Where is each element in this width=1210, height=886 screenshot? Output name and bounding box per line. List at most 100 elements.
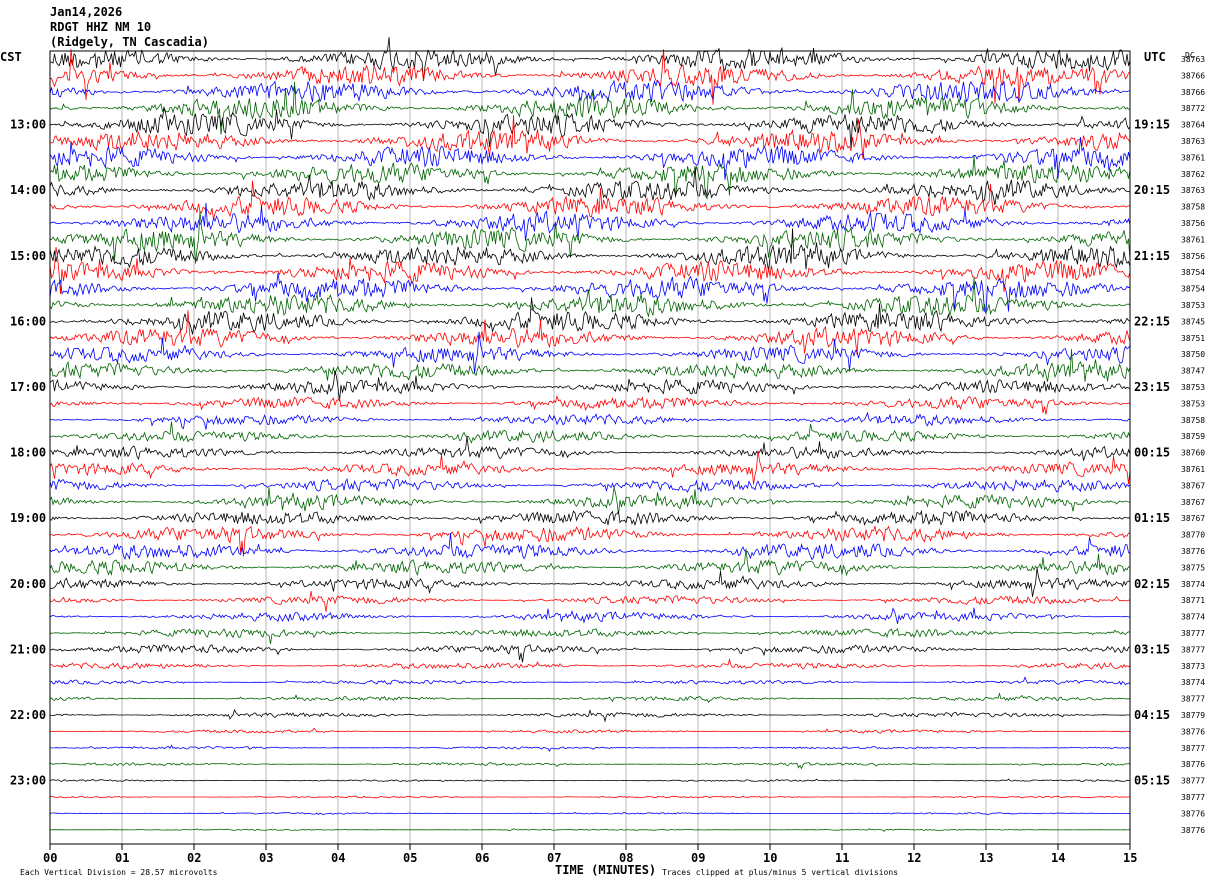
- trace-line: [49, 79, 1131, 103]
- dc-offset-label: 38760: [1181, 449, 1205, 458]
- trace-line: [49, 828, 1131, 832]
- trace-line: [49, 567, 1130, 597]
- trace-line: [49, 778, 1131, 783]
- right-time-labels: 19:15 20:15 21:15 22:15 23:15 00:15 01:15 02:15…: [1134, 118, 1170, 788]
- right-time-label: 05:15: [1134, 774, 1170, 788]
- trace-line: [49, 180, 1131, 220]
- trace-line: [49, 450, 1131, 485]
- right-time-label: 04:15: [1134, 708, 1170, 722]
- right-time-label: 00:15: [1134, 446, 1170, 460]
- right-time-label: 23:15: [1134, 380, 1170, 394]
- dc-offset-label: 38761: [1181, 465, 1205, 474]
- x-tick-label: 10: [763, 851, 777, 865]
- dc-offset-label: 38779: [1181, 711, 1205, 720]
- seismogram-chart: Jan14,2026 RDGT HHZ NM 10 (Ridgely, TN C…: [0, 5, 1205, 877]
- left-time-label: 21:00: [10, 642, 46, 656]
- left-time-label: 13:00: [10, 118, 46, 132]
- left-time-labels: 13:00 14:00 15:00 16:00 17:00 18:00 19:00 20:00…: [10, 118, 46, 788]
- x-tick-label: 04: [331, 851, 345, 865]
- x-tick-label: 03: [259, 851, 273, 865]
- dc-offset-label: 38774: [1181, 613, 1205, 622]
- left-time-label: 17:00: [10, 380, 46, 394]
- dc-offset-label: 38771: [1181, 596, 1205, 605]
- right-time-label: 03:15: [1134, 642, 1170, 656]
- right-time-label: 02:15: [1134, 577, 1170, 591]
- right-time-label: 22:15: [1134, 314, 1170, 328]
- dc-offset-label: 38775: [1181, 563, 1205, 572]
- trace-line: [49, 277, 1131, 318]
- trace-line: [49, 644, 1131, 663]
- dc-offset-label: 38777: [1181, 793, 1205, 802]
- left-time-label: 16:00: [10, 314, 46, 328]
- left-time-label: 23:00: [10, 774, 46, 788]
- trace-line: [49, 811, 1131, 816]
- dc-offset-label: 38761: [1181, 235, 1205, 244]
- dc-offset-label: 38774: [1181, 580, 1205, 589]
- trace-line: [49, 108, 1131, 148]
- trace-line: [49, 370, 1131, 402]
- trace-line: [49, 155, 1131, 200]
- dc-offset-label: 38777: [1181, 744, 1205, 753]
- right-time-label: 21:15: [1134, 249, 1170, 263]
- dc-offset-label: 38750: [1181, 350, 1205, 359]
- dc-offset-label: 38776: [1181, 727, 1205, 736]
- dc-offset-label: 38747: [1181, 367, 1205, 376]
- x-tick-label: 00: [43, 851, 57, 865]
- trace-line: [49, 394, 1131, 415]
- dc-offset-label: 38774: [1181, 678, 1205, 687]
- x-tick-label: 05: [403, 851, 417, 865]
- dc-offset-label: 38764: [1181, 121, 1205, 130]
- footer-clip-note: Traces clipped at plus/minus 5 vertical …: [662, 868, 898, 877]
- dc-offset-label: 38777: [1181, 645, 1205, 654]
- left-time-label: 15:00: [10, 249, 46, 263]
- dc-offset-label: 38767: [1181, 481, 1205, 490]
- dc-offset-label: 38767: [1181, 498, 1205, 507]
- trace-line: [49, 436, 1131, 461]
- dc-offset-label: 38763: [1181, 137, 1205, 146]
- trace-line: [49, 708, 1131, 723]
- dc-offset-label: 38756: [1181, 252, 1205, 261]
- dc-offset-label: 38756: [1181, 219, 1205, 228]
- trace-line: [49, 273, 1131, 315]
- trace-line: [49, 591, 1131, 612]
- dc-offset-label: 38762: [1181, 170, 1205, 179]
- dc-offset-label: 38776: [1181, 809, 1205, 818]
- header-channel: RDGT HHZ NM 10: [50, 20, 151, 34]
- trace-line: [49, 228, 1131, 272]
- trace-line: [49, 411, 1131, 430]
- x-tick-label: 13: [979, 851, 993, 865]
- dc-offset-label: 38754: [1181, 268, 1205, 277]
- dc-offset-label: 38753: [1181, 399, 1205, 408]
- left-time-label: 22:00: [10, 708, 46, 722]
- dc-offset-label: 38770: [1181, 531, 1205, 540]
- trace-line: [49, 744, 1131, 752]
- x-tick-label: 01: [115, 851, 129, 865]
- right-time-label: 19:15: [1134, 118, 1170, 132]
- dc-offset-label: 38763: [1181, 55, 1205, 64]
- dc-offset-label: 38753: [1181, 383, 1205, 392]
- trace-line: [49, 478, 1131, 493]
- trace-line: [49, 692, 1131, 704]
- left-time-label: 14:00: [10, 183, 46, 197]
- dc-offset-label: 38751: [1181, 334, 1205, 343]
- dc-offset-label: 38761: [1181, 153, 1205, 162]
- trace-line: [49, 762, 1131, 770]
- dc-offset-label: 38777: [1181, 629, 1205, 638]
- dc-offset-label: 38776: [1181, 760, 1205, 769]
- x-tick-label: 12: [907, 851, 921, 865]
- trace-line: [49, 509, 1131, 527]
- dc-offset-label: 38758: [1181, 416, 1205, 425]
- dc-offset-label: 38758: [1181, 203, 1205, 212]
- dc-offset-label: 38767: [1181, 514, 1205, 523]
- dc-offset-label: 38759: [1181, 432, 1205, 441]
- dc-offset-label: 38777: [1181, 777, 1205, 786]
- trace-group: [49, 37, 1131, 832]
- dc-offset-labels: 38763 38766 38766 38772 38764 38763 38761 38762…: [1181, 55, 1205, 835]
- header-date: Jan14,2026: [50, 5, 122, 19]
- footer-scale-note: Each Vertical Division = 28.57 microvolt…: [20, 868, 218, 877]
- dc-offset-label: 38754: [1181, 285, 1205, 294]
- x-tick-label: 11: [835, 851, 849, 865]
- x-axis-ticks: 00 01 02 03 04 05 06 07 08 09 10 11 12 13 14 15: [43, 844, 1137, 865]
- header-location: (Ridgely, TN Cascadia): [50, 35, 209, 49]
- trace-line: [49, 658, 1131, 670]
